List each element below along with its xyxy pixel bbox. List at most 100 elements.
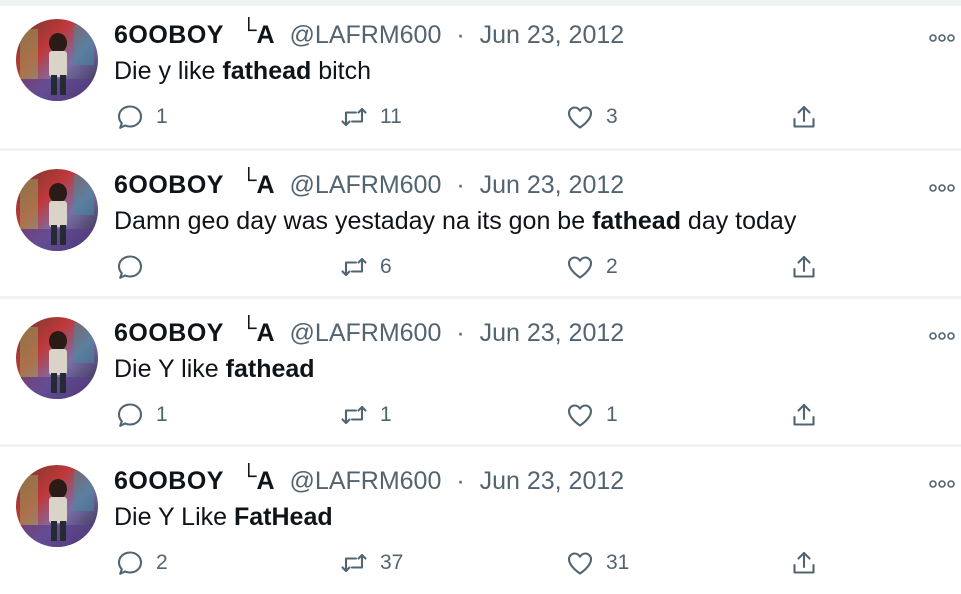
text-after: day today xyxy=(680,207,797,235)
display-name[interactable]: 6OOBOY xyxy=(114,21,224,49)
action-bar: 6 2 xyxy=(0,252,961,282)
avatar[interactable] xyxy=(16,169,98,251)
text-before: Die Y like xyxy=(114,355,226,383)
name-mark-letter: A xyxy=(256,21,275,49)
like-button[interactable]: 1 xyxy=(566,400,618,430)
tweet-header: 6OOBOY └A @LAFRM600 · Jun 23, 2012 xyxy=(114,167,625,201)
share-icon xyxy=(793,255,815,278)
handle[interactable]: @LAFRM600 xyxy=(290,319,442,347)
retweet-button[interactable]: 37 xyxy=(340,548,403,578)
timestamp[interactable]: Jun 23, 2012 xyxy=(480,171,625,199)
share-button[interactable] xyxy=(790,102,818,132)
text-bold: FatHead xyxy=(233,503,333,531)
tweet-card[interactable]: 6OOBOY └A @LAFRM600 · Jun 23, 2012 Die Y… xyxy=(0,446,961,594)
retweet-button[interactable]: 1 xyxy=(340,400,392,430)
separator: · xyxy=(456,21,465,49)
name-mark-letter: A xyxy=(256,171,275,199)
like-button[interactable]: 2 xyxy=(566,252,618,282)
tweet-card[interactable]: 6OOBOY └A @LAFRM600 · Jun 23, 2012 Die Y… xyxy=(0,298,961,446)
share-button[interactable] xyxy=(790,400,818,430)
text-before: Damn geo day was yestaday na its gon be xyxy=(114,207,593,235)
share-icon xyxy=(793,105,815,128)
separator: · xyxy=(456,171,465,199)
display-name[interactable]: 6OOBOY xyxy=(114,319,224,347)
tweet-divider xyxy=(0,296,961,299)
retweet-button[interactable]: 11 xyxy=(340,102,402,132)
tweet-text: Die Y like fathead xyxy=(114,354,315,384)
more-icon[interactable] xyxy=(929,476,955,488)
reply-icon xyxy=(117,105,143,129)
display-name[interactable]: 6OOBOY xyxy=(114,467,224,495)
heart-icon xyxy=(567,256,593,279)
name-mark: └ xyxy=(240,315,257,340)
retweet-count: 1 xyxy=(380,403,392,426)
reply-icon xyxy=(117,403,143,427)
more-icon[interactable] xyxy=(929,328,955,340)
separator: · xyxy=(456,319,465,347)
reply-count: 1 xyxy=(156,105,168,128)
tweet-text: Damn geo day was yestaday na its gon be … xyxy=(114,206,796,236)
separator: · xyxy=(456,467,465,495)
like-button[interactable]: 31 xyxy=(566,548,629,578)
retweet-count: 11 xyxy=(380,105,402,128)
share-button[interactable] xyxy=(790,548,818,578)
like-count: 31 xyxy=(606,551,630,574)
tweet-text: Die Y Like FatHead xyxy=(114,502,333,532)
tweet-card[interactable]: 6OOBOY └A @LAFRM600 · Jun 23, 2012 Damn … xyxy=(0,150,961,298)
text-before: Die Y Like xyxy=(114,503,234,531)
name-mark: └ xyxy=(240,463,257,488)
like-button[interactable]: 3 xyxy=(566,102,618,132)
retweet-button[interactable]: 6 xyxy=(340,252,392,282)
text-after: bitch xyxy=(311,57,372,85)
handle[interactable]: @LAFRM600 xyxy=(290,467,442,495)
tweet-card[interactable]: 6OOBOY └A @LAFRM600 · Jun 23, 2012 Die y… xyxy=(0,0,961,148)
share-button[interactable] xyxy=(790,252,818,282)
like-count: 3 xyxy=(606,105,618,128)
retweet-count: 37 xyxy=(380,551,404,574)
like-count: 1 xyxy=(606,403,618,426)
name-mark-letter: A xyxy=(256,319,275,347)
tweet-header: 6OOBOY └A @LAFRM600 · Jun 23, 2012 xyxy=(114,463,625,497)
action-bar: 2 37 31 xyxy=(0,548,961,578)
heart-icon xyxy=(567,404,593,427)
action-bar: 1 1 1 xyxy=(0,400,961,430)
tweet-divider xyxy=(0,444,961,447)
timestamp[interactable]: Jun 23, 2012 xyxy=(480,21,625,49)
avatar[interactable] xyxy=(16,317,98,399)
more-icon[interactable] xyxy=(929,30,955,42)
reply-button[interactable]: 2 xyxy=(116,548,168,578)
reply-icon xyxy=(117,255,143,279)
display-name[interactable]: 6OOBOY xyxy=(114,171,224,199)
retweet-icon xyxy=(341,257,367,277)
reply-count: 2 xyxy=(156,551,168,574)
share-icon xyxy=(793,403,815,426)
more-icon[interactable] xyxy=(929,180,955,192)
retweet-count: 6 xyxy=(380,255,392,278)
heart-icon xyxy=(567,106,593,129)
timestamp[interactable]: Jun 23, 2012 xyxy=(480,467,625,495)
text-before: Die y like xyxy=(114,57,223,85)
avatar[interactable] xyxy=(16,465,98,547)
name-mark: └ xyxy=(240,167,257,192)
like-count: 2 xyxy=(606,255,618,278)
reply-count: 1 xyxy=(156,403,168,426)
timestamp[interactable]: Jun 23, 2012 xyxy=(480,319,625,347)
reply-button[interactable]: 1 xyxy=(116,102,168,132)
reply-button[interactable]: 1 xyxy=(116,400,168,430)
share-icon xyxy=(793,551,815,574)
text-bold: fathead xyxy=(592,207,681,235)
retweet-icon xyxy=(341,553,367,573)
name-mark-letter: A xyxy=(256,467,275,495)
reply-icon xyxy=(117,551,143,575)
action-bar: 1 11 3 xyxy=(0,102,961,132)
reply-button[interactable] xyxy=(116,252,156,282)
retweet-icon xyxy=(341,107,367,127)
heart-icon xyxy=(567,552,593,575)
text-bold: fathead xyxy=(222,57,312,85)
handle[interactable]: @LAFRM600 xyxy=(290,21,442,49)
tweet-text: Die y like fathead bitch xyxy=(114,56,371,86)
handle[interactable]: @LAFRM600 xyxy=(290,171,442,199)
avatar[interactable] xyxy=(16,19,98,101)
name-mark: └ xyxy=(240,17,257,42)
tweet-header: 6OOBOY └A @LAFRM600 · Jun 23, 2012 xyxy=(114,315,625,349)
